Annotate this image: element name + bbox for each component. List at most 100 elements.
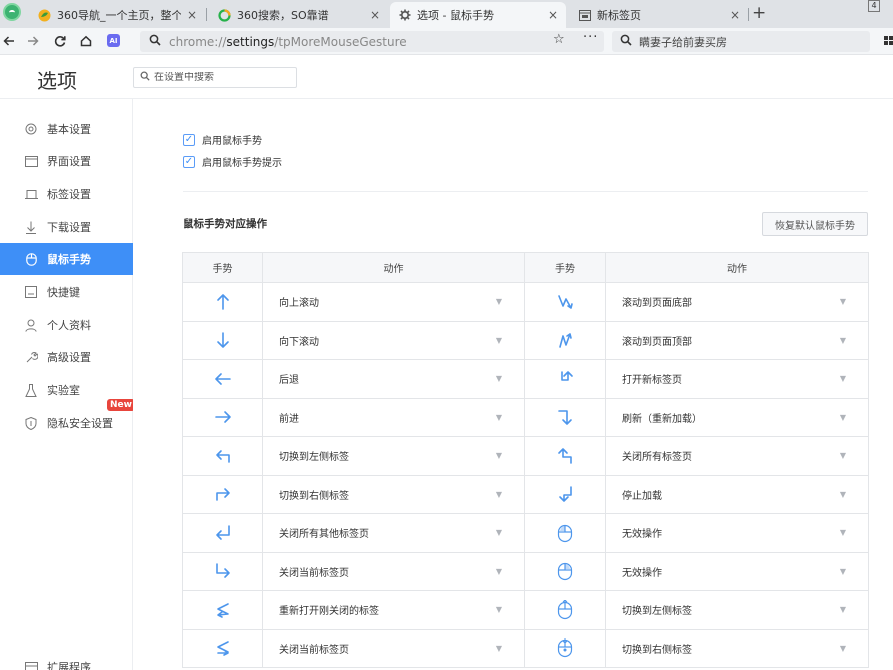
tab-title: 360导航_一个主页，整个世界	[57, 9, 181, 22]
sidebar-item-basic[interactable]: 基本设置	[0, 113, 133, 145]
back-icon[interactable]	[0, 32, 18, 50]
tab-strip: 360导航_一个主页，整个世界 × 360搜索，SO靠谱 × 选项 - 鼠标手势…	[0, 0, 893, 28]
tab-360-search[interactable]: 360搜索，SO靠谱 ×	[210, 2, 388, 28]
gesture-cell	[524, 320, 606, 360]
apps-grid-icon[interactable]	[884, 36, 893, 45]
tab-close-icon[interactable]: ×	[730, 8, 740, 22]
url-text[interactable]: chrome://settings/tpMoreMouseGesture	[169, 35, 407, 49]
wrench-icon	[24, 350, 38, 364]
action-select[interactable]: 停止加载 ▼	[605, 474, 869, 514]
flask-icon	[24, 383, 38, 397]
action-select[interactable]: 前进 ▼	[262, 397, 525, 437]
table-row: 切换到左侧标签 ▼ 关闭所有标签页 ▼	[182, 436, 869, 476]
tab-close-icon[interactable]: ×	[370, 8, 380, 22]
sidebar-item-mouse-gesture[interactable]: 鼠标手势	[0, 243, 138, 275]
up-down-zigzag-icon	[555, 333, 575, 349]
enable-gesture-checkbox[interactable]: ✓	[183, 133, 195, 146]
sidebar-item-interface[interactable]: 界面设置	[0, 145, 133, 177]
enable-hint-option[interactable]: ✓ 启用鼠标手势提示	[183, 154, 282, 169]
action-label: 切换到右侧标签	[622, 644, 692, 656]
reload-icon[interactable]	[51, 32, 69, 50]
action-select[interactable]: 无效操作 ▼	[605, 513, 869, 553]
action-select[interactable]: 滚动到页面底部 ▼	[605, 282, 869, 322]
table-row: 后退 ▼ 打开新标签页 ▼	[182, 359, 869, 399]
enable-gesture-option[interactable]: ✓ 启用鼠标手势	[183, 132, 262, 147]
sidebar-item-profile[interactable]: 个人资料	[0, 309, 133, 341]
action-label: 滚动到页面顶部	[622, 336, 692, 348]
zigzag-left-icon	[213, 602, 233, 618]
action-select[interactable]: 打开新标签页 ▼	[605, 359, 869, 399]
action-select[interactable]: 切换到左侧标签 ▼	[605, 590, 869, 630]
ai-assistant-icon[interactable]: AI	[107, 34, 120, 47]
sidebar-item-privacy[interactable]: 隐私安全设置 New	[0, 399, 135, 439]
bookmark-star-icon[interactable]: ☆	[553, 32, 565, 47]
chevron-down-icon: ▼	[495, 489, 502, 499]
sidebar-item-shortcuts[interactable]: 快捷键	[0, 276, 133, 308]
enable-gesture-label: 启用鼠标手势	[202, 136, 262, 147]
home-icon[interactable]	[77, 32, 95, 50]
action-select[interactable]: 关闭所有标签页 ▼	[605, 436, 869, 476]
gesture-table: 手势 动作 手势 动作 向上滚动 ▼ 滚动到页面底部 ▼ 向下滚动 ▼ 滚动到页面顶部…	[182, 252, 869, 668]
action-select[interactable]: 重新打开刚关闭的标签 ▼	[262, 590, 525, 630]
action-select[interactable]: 关闭当前标签页 ▼	[262, 551, 525, 591]
sidebar-item-download[interactable]: 下载设置	[0, 211, 133, 243]
action-select[interactable]: 切换到右侧标签 ▼	[262, 474, 525, 514]
left-up-icon	[555, 447, 575, 464]
chevron-down-icon: ▼	[839, 374, 846, 384]
address-bar[interactable]: chrome://settings/tpMoreMouseGesture	[140, 31, 604, 52]
mouse-wheel-up-icon	[557, 599, 573, 619]
action-select[interactable]: 切换到右侧标签 ▼	[605, 628, 869, 668]
column-header-gesture: 手势	[182, 252, 263, 283]
gesture-cell	[182, 474, 263, 514]
tab-icon	[24, 187, 38, 201]
sidebar-item-extensions[interactable]: 扩展程序	[0, 651, 133, 670]
action-select[interactable]: 切换到左侧标签 ▼	[262, 436, 525, 476]
search-icon	[140, 71, 150, 84]
new-tab-page-icon	[578, 9, 591, 22]
more-dots-icon[interactable]: ···	[583, 30, 598, 45]
action-select[interactable]: 刷新（重新加载） ▼	[605, 397, 869, 437]
mouse-right-click-icon	[557, 563, 573, 581]
action-select[interactable]: 无效操作 ▼	[605, 551, 869, 591]
search-box[interactable]: 瞒妻子给前妻买房	[612, 31, 870, 52]
tab-new-tab-page[interactable]: 新标签页 ×	[570, 2, 748, 28]
tab-count-badge[interactable]: 4	[868, 0, 880, 12]
tab-close-icon[interactable]: ×	[187, 8, 197, 22]
tab-close-icon[interactable]: ×	[548, 8, 558, 22]
action-select[interactable]: 滚动到页面顶部 ▼	[605, 320, 869, 360]
person-icon	[24, 318, 38, 332]
chevron-down-icon: ▼	[839, 643, 846, 653]
action-label: 向下滚动	[279, 336, 319, 348]
forward-icon[interactable]	[24, 32, 42, 50]
action-select[interactable]: 向上滚动 ▼	[262, 282, 525, 322]
tab-360-nav[interactable]: 360导航_一个主页，整个世界 ×	[30, 2, 205, 28]
browser-logo-icon[interactable]	[3, 3, 21, 21]
tab-title: 360搜索，SO靠谱	[237, 9, 329, 22]
action-label: 关闭当前标签页	[279, 567, 349, 579]
action-select[interactable]: 后退 ▼	[262, 359, 525, 399]
sidebar-item-label: 标签设置	[47, 188, 91, 201]
settings-search[interactable]	[133, 67, 297, 88]
action-select[interactable]: 关闭所有其他标签页 ▼	[262, 513, 525, 553]
sidebar-item-label: 鼠标手势	[47, 253, 91, 266]
new-badge: New	[107, 399, 135, 411]
sidebar-item-label: 个人资料	[47, 319, 91, 332]
keyboard-icon	[24, 285, 38, 299]
search-query[interactable]: 瞒妻子给前妻买房	[639, 34, 727, 50]
gesture-cell	[524, 436, 606, 476]
action-select[interactable]: 关闭当前标签页 ▼	[262, 628, 525, 668]
tab-options-gesture[interactable]: 选项 - 鼠标手势 ×	[390, 2, 566, 28]
sidebar-item-tabs[interactable]: 标签设置	[0, 178, 133, 210]
new-tab-button[interactable]: +	[752, 3, 766, 23]
settings-search-input[interactable]	[154, 72, 294, 83]
restore-default-gestures-button[interactable]: 恢复默认鼠标手势	[762, 212, 868, 236]
settings-content: ✓ 启用鼠标手势 ✓ 启用鼠标手势提示 鼠标手势对应操作 恢复默认鼠标手势 手势…	[133, 100, 893, 670]
sidebar-item-advanced[interactable]: 高级设置	[0, 341, 133, 373]
mouse-left-click-icon	[557, 524, 573, 542]
action-label: 关闭所有标签页	[622, 452, 692, 464]
gesture-cell	[524, 590, 606, 630]
action-select[interactable]: 向下滚动 ▼	[262, 320, 525, 360]
mouse-wheel-down-icon	[557, 638, 573, 658]
url-scheme: chrome://	[169, 34, 227, 49]
enable-hint-checkbox[interactable]: ✓	[183, 155, 195, 168]
